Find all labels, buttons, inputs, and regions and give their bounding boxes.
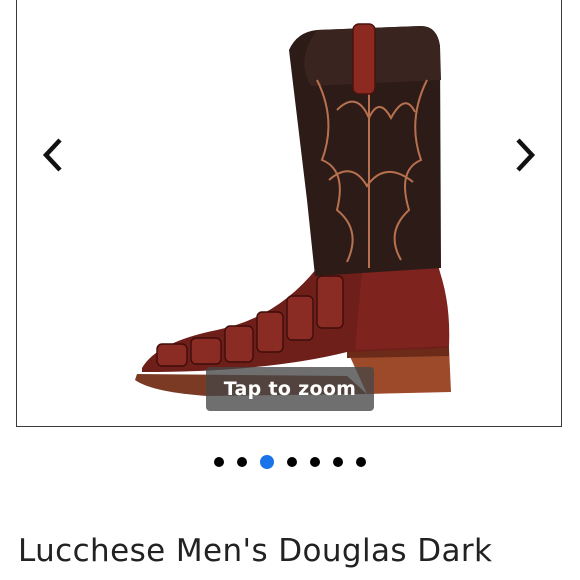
pagination-dot[interactable] <box>287 457 297 467</box>
boot-image[interactable] <box>17 0 562 427</box>
previous-image-button[interactable] <box>33 135 73 175</box>
pagination-dot[interactable] <box>260 455 274 469</box>
product-title: Lucchese Men's Douglas Dark <box>18 533 493 569</box>
image-pagination-dots <box>0 454 580 470</box>
chevron-left-icon <box>42 138 62 172</box>
pagination-dot[interactable] <box>310 457 320 467</box>
pagination-dot[interactable] <box>237 457 247 467</box>
tap-to-zoom-button[interactable]: Tap to zoom <box>206 367 374 411</box>
pagination-dot[interactable] <box>356 457 366 467</box>
next-image-button[interactable] <box>505 135 545 175</box>
chevron-right-icon <box>516 138 536 172</box>
pagination-dot[interactable] <box>214 457 224 467</box>
pagination-dot[interactable] <box>333 457 343 467</box>
product-image-gallery: Tap to zoom <box>16 0 562 427</box>
